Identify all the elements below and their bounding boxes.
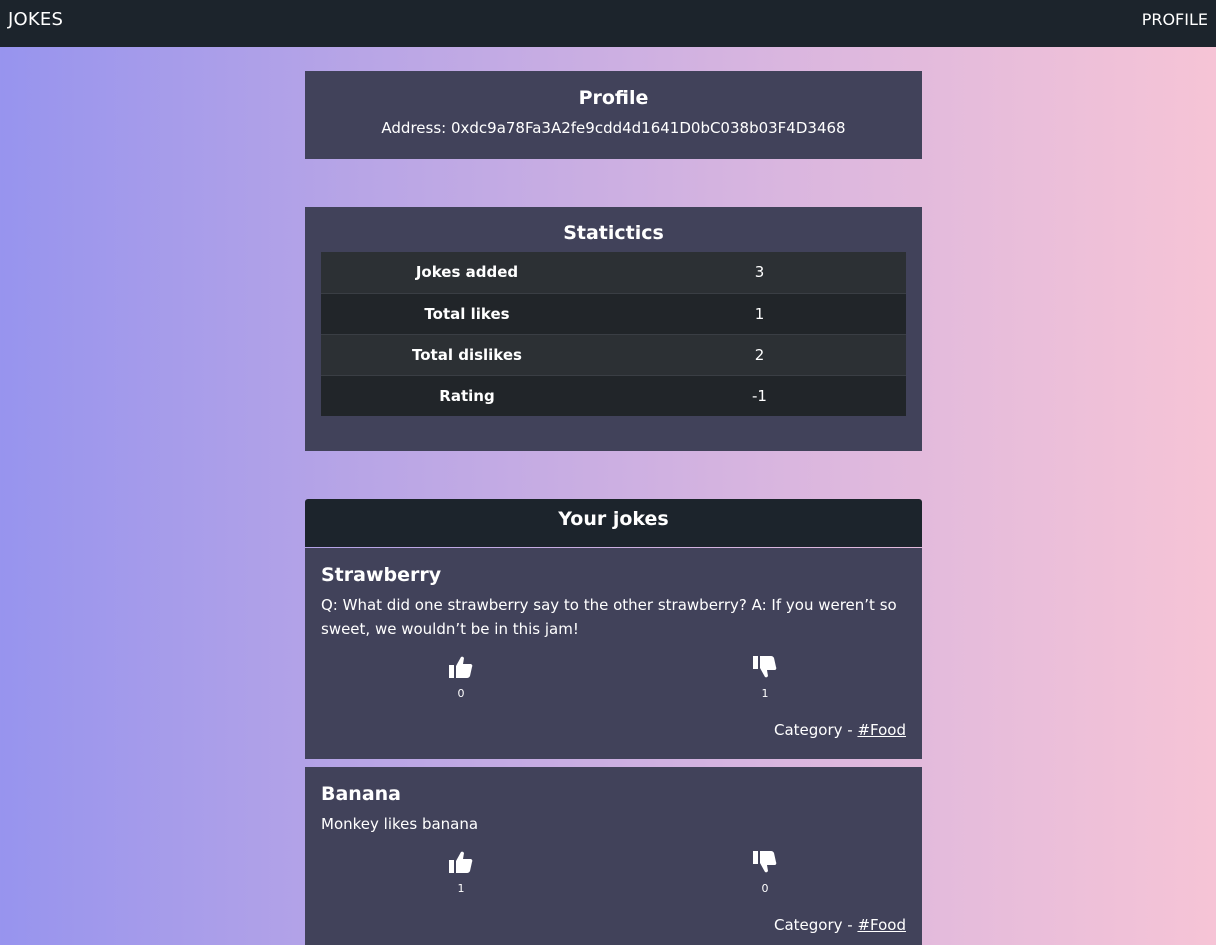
stat-label: Total dislikes (321, 333, 613, 375)
profile-title: Profile (578, 87, 649, 109)
like-count: 0 (457, 687, 465, 700)
table-row: Rating -1 (321, 374, 906, 416)
category-prefix: Category - (773, 721, 858, 739)
joke-category: Category - #Food (774, 721, 906, 739)
dislike-count: 0 (761, 882, 769, 895)
stat-value: -1 (613, 374, 906, 416)
joke-title: Banana (321, 783, 401, 805)
statistics-title: Statictics (563, 222, 664, 244)
thumbs-up-icon (449, 851, 473, 873)
table-row: Total likes 1 (321, 292, 906, 334)
joke-text: Q: What did one strawberry say to the ot… (321, 596, 897, 638)
your-jokes-header: Your jokes (305, 499, 922, 547)
stat-value: 1 (613, 292, 906, 334)
profile-nav-link[interactable]: PROFILE (1142, 10, 1208, 29)
like-count: 1 (457, 882, 465, 895)
thumbs-down-icon (753, 851, 777, 873)
your-jokes-title: Your jokes (558, 508, 669, 530)
thumbs-down-icon (753, 656, 777, 678)
stat-label: Rating (321, 374, 613, 416)
joke-card: Strawberry Q: What did one strawberry sa… (305, 548, 922, 759)
like-button[interactable]: 1 (441, 850, 481, 895)
profile-card: Profile Address: 0xdc9a78Fa3A2fe9cdd4d16… (305, 71, 922, 159)
category-prefix: Category - (773, 916, 858, 934)
stat-label: Jokes added (321, 252, 613, 293)
thumbs-up-icon (449, 656, 473, 678)
statistics-table: Jokes added 3 Total likes 1 Total dislik… (321, 252, 906, 416)
joke-category: Category - #Food (774, 916, 906, 934)
category-link[interactable]: #Food (857, 721, 906, 739)
vote-bar: 1 0 (321, 850, 906, 910)
joke-title: Strawberry (321, 564, 442, 586)
dislike-button[interactable]: 0 (745, 850, 785, 895)
table-row: Total dislikes 2 (321, 333, 906, 375)
joke-card: Banana Monkey likes banana 1 0 Category … (305, 767, 922, 945)
stat-label: Total likes (321, 292, 613, 334)
statistics-card: Statictics Jokes added 3 Total likes 1 T… (305, 207, 922, 451)
dislike-button[interactable]: 1 (745, 655, 785, 700)
stat-value: 2 (613, 333, 906, 375)
like-button[interactable]: 0 (441, 655, 481, 700)
category-link[interactable]: #Food (857, 916, 906, 934)
top-navbar: JOKES PROFILE (0, 0, 1216, 47)
vote-bar: 0 1 (321, 655, 906, 715)
wallet-address: Address: 0xdc9a78Fa3A2fe9cdd4d1641D0bC03… (381, 119, 846, 137)
stat-value: 3 (613, 252, 906, 293)
table-row: Jokes added 3 (321, 252, 906, 293)
brand-link[interactable]: JOKES (8, 9, 63, 30)
joke-text: Monkey likes banana (321, 815, 479, 833)
dislike-count: 1 (761, 687, 769, 700)
